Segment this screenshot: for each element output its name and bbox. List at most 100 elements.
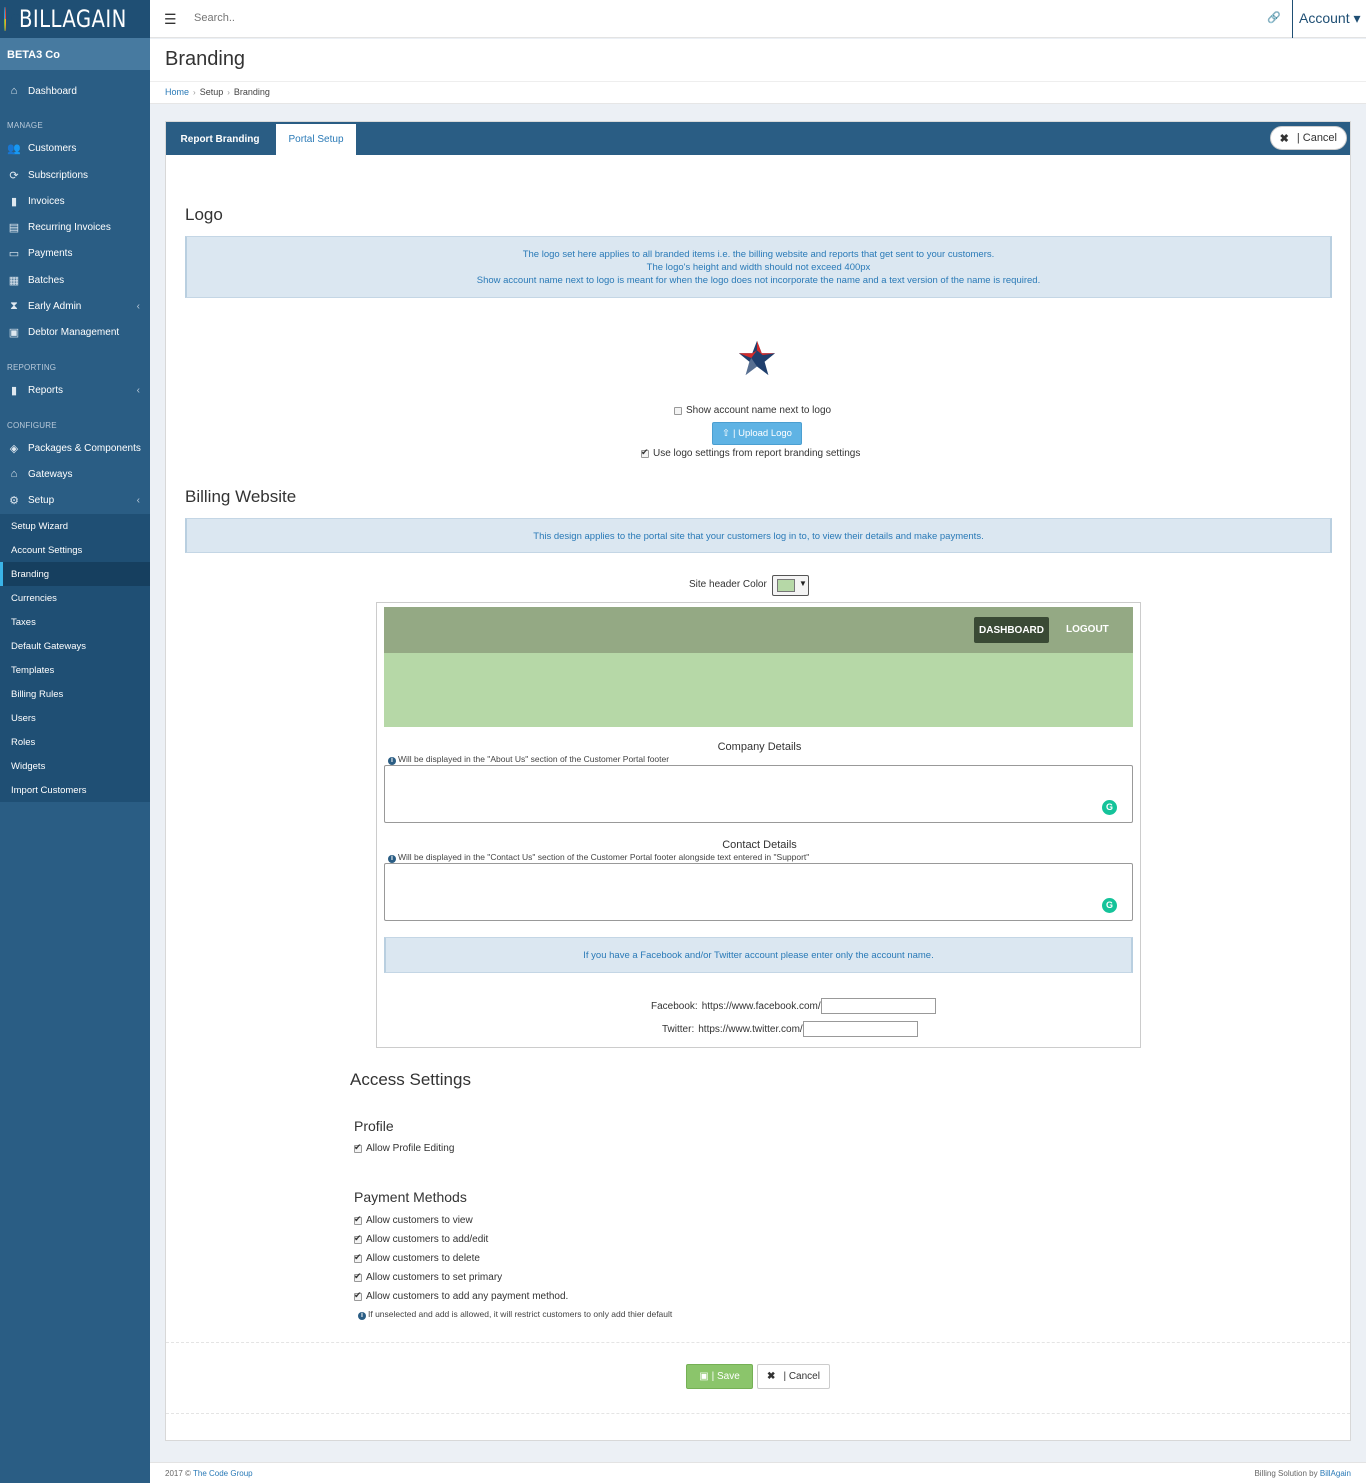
checkbox-checked[interactable] [354,1271,362,1282]
billagain-link[interactable]: BillAgain [1320,1469,1351,1478]
info-icon: i [388,855,396,863]
checkbox-label: Show account name next to logo [686,405,832,416]
upload-logo-label: | Upload Logo [732,428,792,439]
submenu-item-users[interactable]: Users [0,706,150,730]
submenu-item-default-gateways[interactable]: Default Gateways [0,634,150,658]
sidebar-item-label: Invoices [28,195,65,207]
setup-submenu: Setup Wizard Account Settings Branding C… [0,514,150,802]
tab-report-branding[interactable]: Report Branding [166,124,274,155]
facebook-label: Facebook: [651,1000,698,1012]
tab-portal-setup[interactable]: Portal Setup [276,124,356,155]
sidebar-item-debtor-management[interactable]: ▣ Debtor Management [0,321,150,343]
checkbox-checked[interactable] [354,1142,362,1153]
upload-logo-button[interactable]: ⇧ | Upload Logo [712,422,802,445]
hamburger-menu-icon[interactable]: ☰ [164,11,177,28]
checkbox-label: Allow customers to set primary [366,1272,503,1283]
contact-details-textarea[interactable] [384,863,1133,921]
logo-info-line: The logo set here applies to all branded… [522,249,995,260]
submenu-item-import-customers[interactable]: Import Customers [0,778,150,802]
pm-allow-any-method-checkbox[interactable]: Allow customers to add any payment metho… [354,1290,568,1302]
checkbox-checked[interactable] [354,1252,362,1263]
submenu-item-billing-rules[interactable]: Billing Rules [0,682,150,706]
contact-details-hint: i Will be displayed in the "Contact Us" s… [388,852,809,863]
sidebar-item-reports[interactable]: ▮ Reports ‹ [0,379,150,401]
submenu-item-templates[interactable]: Templates [0,658,150,682]
use-report-branding-checkbox[interactable]: Use logo settings from report branding s… [641,447,860,459]
payment-methods-title: Payment Methods [354,1189,467,1205]
sidebar-item-recurring-invoices[interactable]: ▤ Recurring Invoices [0,216,150,238]
page-header: Branding Home › Setup › Branding [150,39,1366,104]
sidebar-item-customers[interactable]: 👥 Customers [0,137,150,159]
cancel-button[interactable]: ✖ | Cancel [757,1364,830,1389]
search-input[interactable] [194,12,494,24]
brand-name: BILLAGAIN [18,5,127,33]
allow-profile-editing-checkbox[interactable]: Allow Profile Editing [354,1142,454,1154]
access-settings-title: Access Settings [350,1070,471,1089]
sidebar-item-label: Recurring Invoices [28,221,111,233]
money-icon: ▭ [8,247,20,260]
submenu-item-branding[interactable]: Branding [0,562,150,586]
home-icon: ⌂ [10,85,18,97]
pm-allow-set-primary-checkbox[interactable]: Allow customers to set primary [354,1271,503,1283]
company-details-textarea[interactable] [384,765,1133,823]
twitter-input[interactable] [802,1021,918,1037]
show-account-name-checkbox[interactable]: Show account name next to logo [674,405,831,416]
breadcrumb-home[interactable]: Home [165,87,189,97]
submenu-item-taxes[interactable]: Taxes [0,610,150,634]
save-button[interactable]: ▣ | Save [686,1364,753,1389]
submenu-item-currencies[interactable]: Currencies [0,586,150,610]
link-icon[interactable]: 🔗 [1267,11,1281,24]
sidebar-item-payments[interactable]: ▭ Payments [0,242,150,264]
sidebar-heading-configure: CONFIGURE [7,421,57,430]
sidebar-item-batches[interactable]: ▦ Batches [0,269,150,291]
the-code-group-link[interactable]: The Code Group [193,1469,253,1478]
submenu-item-roles[interactable]: Roles [0,730,150,754]
close-icon: ✖ [767,1371,776,1382]
checkbox-checked[interactable] [354,1290,362,1301]
brand-logo[interactable]: BILLAGAIN [0,0,150,38]
submenu-item-widgets[interactable]: Widgets [0,754,150,778]
divider [166,1413,1350,1414]
preview-header: DASHBOARD LOGOUT [384,607,1133,653]
cancel-top-button[interactable]: ✖ | Cancel [1269,126,1347,150]
sidebar-item-packages[interactable]: ◈ Packages & Components [0,437,150,459]
breadcrumb-setup[interactable]: Setup [200,87,224,97]
checkbox-checked[interactable] [641,447,649,458]
pm-allow-add-edit-checkbox[interactable]: Allow customers to add/edit [354,1233,488,1245]
sidebar-heading-reporting: REPORTING [7,363,57,372]
checkbox-unchecked[interactable] [674,406,682,415]
save-label: | Save [711,1371,740,1382]
sidebar-item-label: Packages & Components [28,442,141,454]
caret-down-icon: ▼ [799,579,807,588]
company-logo-star-icon [738,340,776,376]
submenu-item-setup-wizard[interactable]: Setup Wizard [0,514,150,538]
checkbox-checked[interactable] [354,1233,362,1244]
sidebar-item-gateways[interactable]: ⌂ Gateways [0,463,150,485]
footer-copyright: 2017 © The Code Group [165,1469,253,1478]
sidebar-item-subscriptions[interactable]: ⟳ Subscriptions [0,164,150,186]
sidebar-item-invoices[interactable]: ▮ Invoices [0,190,150,212]
site-header-color-picker[interactable]: ▼ [772,575,809,596]
facebook-row: Facebook: https://www.facebook.com/ [651,998,936,1014]
pm-allow-delete-checkbox[interactable]: Allow customers to delete [354,1252,480,1264]
grammarly-icon[interactable]: G [1102,800,1117,815]
upload-icon: ⇧ [722,428,730,439]
account-dropdown[interactable]: Account ▾ [1292,0,1366,38]
grammarly-icon[interactable]: G [1102,898,1117,913]
sidebar-item-label: Early Admin [28,300,82,312]
twitter-prefix: https://www.twitter.com/ [698,1023,803,1035]
save-icon: ▣ [699,1371,709,1382]
color-swatch [777,579,795,592]
sidebar-item-early-admin[interactable]: ⧗ Early Admin ‹ [0,295,150,317]
pm-allow-view-checkbox[interactable]: Allow customers to view [354,1214,473,1226]
checkbox-label: Allow customers to delete [366,1253,480,1264]
facebook-prefix: https://www.facebook.com/ [701,1000,821,1012]
sidebar-item-dashboard[interactable]: ⌂ Dashboard [0,80,150,102]
facebook-input[interactable] [820,998,936,1014]
calendar-icon: ▦ [8,274,20,287]
sidebar-item-setup[interactable]: ⚙ Setup ‹ [0,489,150,511]
branding-panel: Report Branding Portal Setup ✖ | Cancel … [165,121,1351,1441]
submenu-item-account-settings[interactable]: Account Settings [0,538,150,562]
checkbox-checked[interactable] [354,1214,362,1225]
file-stack-icon: ▤ [8,221,20,234]
